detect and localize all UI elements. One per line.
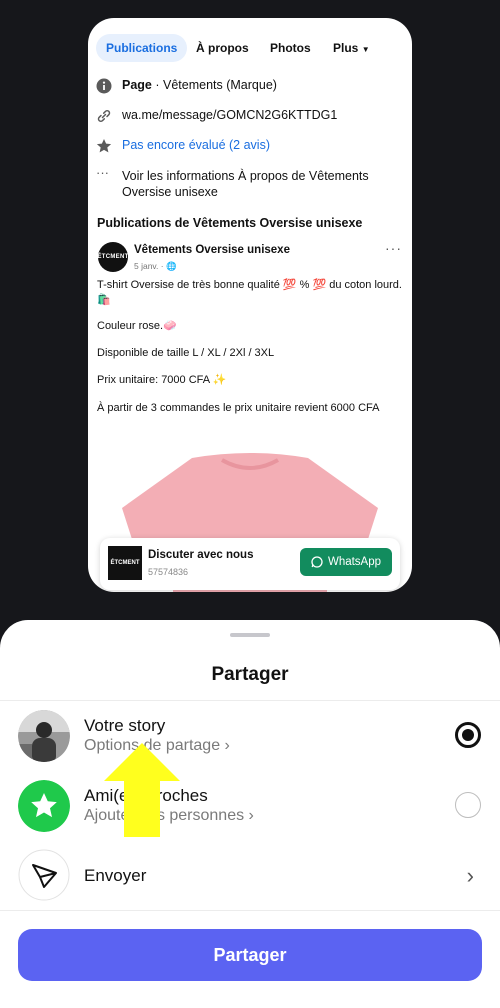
- messenger-link[interactable]: wa.me/message/GOMCN2G6KTTDG1: [122, 108, 337, 122]
- share-sheet: Partager Votre story Options de partage …: [0, 620, 500, 1008]
- divider: [0, 910, 500, 911]
- post-preview-card: Publications À propos Photos Plus ▼ Page…: [88, 18, 412, 592]
- whatsapp-button[interactable]: WhatsApp: [300, 548, 392, 576]
- cta-logo: ÉTCMENT: [108, 546, 142, 580]
- sheet-title: Partager: [211, 664, 289, 685]
- radio-selected[interactable]: [455, 722, 481, 748]
- tab-publications[interactable]: Publications: [96, 34, 188, 62]
- link-icon: [97, 110, 111, 122]
- about-link[interactable]: Voir les informations À propos de Vêteme…: [122, 168, 386, 200]
- tab-photos[interactable]: Photos: [270, 34, 311, 62]
- post-line: Couleur rose.🧼: [97, 320, 177, 332]
- chevron-right-icon: ›: [466, 863, 474, 888]
- close-friends-star-icon: [18, 780, 70, 832]
- post-line: Disponible de taille L / XL / 2Xl / 3XL: [97, 347, 275, 359]
- more-dots-icon: ···: [96, 165, 109, 180]
- sheet-grabber[interactable]: [230, 633, 270, 637]
- caret-down-icon: ▼: [361, 45, 370, 54]
- share-button[interactable]: Partager: [18, 929, 482, 981]
- info-page-row: Page · Vêtements (Marque): [96, 78, 277, 94]
- info-rating-row[interactable]: Pas encore évalué (2 avis): [96, 138, 270, 154]
- send-icon: [18, 849, 70, 901]
- radio-unselected[interactable]: [455, 792, 481, 818]
- tab-plus-label: Plus: [333, 41, 359, 55]
- post-date-text: 5 janv. ·: [134, 261, 164, 271]
- whatsapp-icon: [311, 556, 323, 568]
- highlight-arrow-icon: [104, 743, 180, 837]
- option-title: Votre story: [84, 716, 166, 735]
- globe-icon: 🌐: [165, 261, 177, 271]
- chat-cta-bar: ÉTCMENT Discuter avec nous 57574836 What…: [100, 538, 400, 590]
- divider: [0, 700, 500, 701]
- post-line: Prix unitaire: 7000 CFA ✨: [97, 374, 227, 386]
- info-icon: [96, 78, 112, 94]
- option-title: Envoyer: [84, 866, 147, 885]
- user-avatar: [18, 710, 70, 762]
- info-link-row[interactable]: wa.me/message/GOMCN2G6KTTDG1: [96, 108, 337, 124]
- post-line: À partir de 3 commandes le prix unitaire…: [97, 402, 380, 414]
- tab-a-propos[interactable]: À propos: [196, 34, 249, 62]
- section-title: Publications de Vêtements Oversise unise…: [97, 216, 363, 230]
- rating-link[interactable]: Pas encore évalué (2 avis): [122, 138, 270, 152]
- cta-title: Discuter avec nous: [148, 549, 254, 561]
- post-author-name[interactable]: Vêtements Oversise unisexe: [134, 244, 290, 256]
- page-category: · Vêtements (Marque): [151, 78, 277, 92]
- post-date: 5 janv. · 🌐: [134, 261, 177, 272]
- post-more-icon[interactable]: ···: [385, 240, 402, 256]
- tab-plus[interactable]: Plus ▼: [333, 34, 370, 62]
- star-icon: [96, 139, 112, 153]
- cta-phone-number: 57574836: [148, 567, 189, 577]
- info-about-row[interactable]: ··· Voir les informations À propos de Vê…: [96, 165, 386, 200]
- page-tabs: Publications À propos Photos Plus ▼: [88, 34, 412, 64]
- page-label: Page: [122, 78, 152, 92]
- post-line: T-shirt Oversise de très bonne qualité 💯…: [97, 279, 402, 306]
- whatsapp-button-label: WhatsApp: [327, 556, 382, 568]
- post-author-avatar[interactable]: ÉTCMENT: [97, 242, 128, 272]
